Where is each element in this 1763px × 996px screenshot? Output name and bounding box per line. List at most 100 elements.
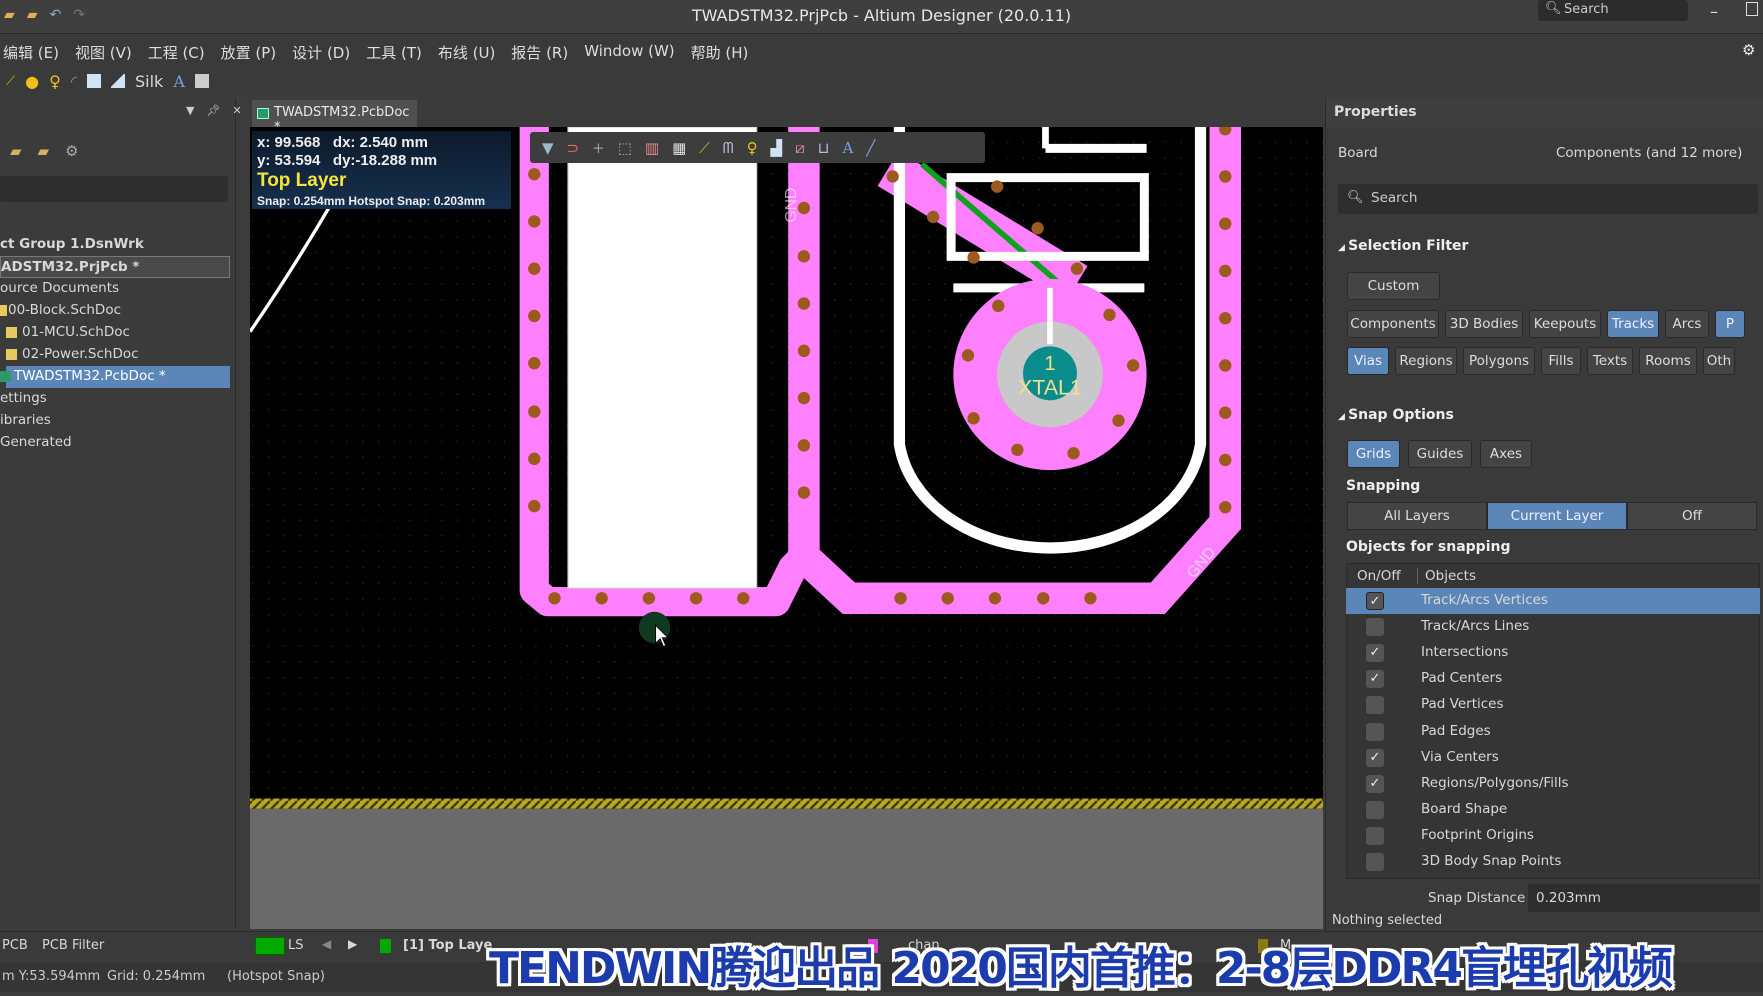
align-icon[interactable]: ▥ [645,139,659,157]
via[interactable] [1219,170,1232,183]
via-icon[interactable]: ● [25,72,39,91]
filter-axes-button[interactable]: Axes [1480,440,1532,468]
filter-regions-button[interactable]: Regions [1395,347,1457,375]
global-search[interactable]: 🔍︎ Search [1538,0,1688,21]
filter-icon[interactable]: ▼ [542,139,554,157]
layer-scroll-left[interactable]: ◀ [322,937,331,951]
menu-tools[interactable]: 工具 (T) [366,42,422,66]
tree-item[interactable]: 02-Power.SchDoc [0,344,236,366]
via[interactable] [941,592,954,605]
arc-icon[interactable]: ◜ [71,72,77,91]
via[interactable] [595,592,608,605]
via[interactable] [642,592,656,605]
route-icon[interactable]: ⟋ [699,139,710,157]
menu-project[interactable]: 工程 (C) [148,42,205,66]
menu-edit[interactable]: 编辑 (E) [3,42,59,66]
via[interactable] [528,452,541,466]
via[interactable] [1067,447,1080,460]
snap-object-checkbox[interactable] [1366,722,1384,741]
via[interactable] [528,168,541,181]
properties-search-input[interactable]: 🔍︎ Search [1338,184,1758,214]
snap-object-row[interactable]: Footprint Origins [1346,823,1760,849]
filter-keepouts-button[interactable]: Keepouts [1529,310,1601,338]
filter-tracks-button[interactable]: Tracks [1607,310,1659,338]
via[interactable] [926,210,940,224]
snap-object-row[interactable]: ✓ Regions/Polygons/Fills [1346,771,1760,797]
smd-pad[interactable] [567,126,758,589]
minimize-button[interactable]: – [1710,2,1718,21]
via[interactable] [1011,443,1024,457]
via[interactable] [797,344,811,358]
filter-polygons-button[interactable]: Polygons [1463,347,1535,375]
via[interactable] [1084,592,1097,605]
via[interactable] [992,299,1005,313]
via[interactable] [1219,264,1232,278]
snap-object-checkbox[interactable]: ✓ [1366,670,1384,689]
via[interactable] [528,499,541,513]
board-filter-dropdown[interactable]: Components (and 12 more) [1556,145,1742,161]
via[interactable] [1219,453,1232,467]
via[interactable] [797,439,811,452]
snap-object-checkbox[interactable] [1366,618,1384,637]
filter-guides-button[interactable]: Guides [1408,440,1472,468]
snapping-current-layer-option[interactable]: Current Layer [1487,502,1627,530]
snap-object-checkbox[interactable] [1366,826,1384,845]
snap-object-row[interactable]: 3D Body Snap Points [1346,849,1760,875]
snap-object-checkbox[interactable]: ✓ [1366,774,1384,793]
tree-item[interactable]: ource Documents [0,278,236,300]
pad-icon[interactable]: ♀ [747,139,758,157]
pcb-view[interactable]: 1 XTAL1 GND GND [248,123,1323,929]
snap-options-header[interactable]: ◢ Snap Options [1338,407,1454,423]
diff-pair-icon[interactable]: ᗰ [723,139,734,157]
maximize-button[interactable] [1746,2,1758,16]
via[interactable] [1103,308,1116,322]
component-icon[interactable] [194,74,209,88]
custom-button[interactable]: Custom [1347,272,1440,300]
menu-place[interactable]: 放置 (P) [221,42,277,66]
via[interactable] [797,297,811,310]
tree-item[interactable]: TWADSTM32.PcbDoc * [0,366,230,388]
via[interactable] [1219,501,1232,514]
snap-object-row[interactable]: Track/Arcs Lines [1346,614,1760,640]
menu-reports[interactable]: 报告 (R) [511,42,568,66]
via[interactable] [1126,359,1140,372]
via[interactable] [961,349,975,362]
via[interactable] [548,592,561,605]
filter-arcs-button[interactable]: Arcs [1665,310,1709,338]
dimension-icon[interactable]: ⧄ [795,139,805,157]
filter-rooms-button[interactable]: Rooms [1639,347,1697,375]
tab-pcbdoc[interactable]: TWADSTM32.PcbDoc * [252,100,417,135]
tree-item[interactable]: Generated [0,432,236,454]
snapping-all-layers-option[interactable]: All Layers [1347,502,1487,530]
via[interactable] [990,180,1004,193]
select-rect-icon[interactable]: ⬚ [618,139,632,157]
component-icon[interactable]: ▦ [672,139,686,157]
fill-icon[interactable] [87,74,101,88]
open-project-icon[interactable]: ▰ [10,142,22,160]
text-icon[interactable]: A [173,72,185,91]
snap-object-checkbox[interactable]: ✓ [1366,644,1384,663]
via[interactable] [886,170,899,183]
filter-3d-bodies-button[interactable]: 3D Bodies [1445,310,1523,338]
snap-object-checkbox[interactable]: ✓ [1366,748,1384,767]
via[interactable] [689,592,703,605]
snap-object-row[interactable]: ✓ Pad Centers [1346,666,1760,692]
via[interactable] [894,592,907,605]
gear-icon[interactable]: ⚙ [65,142,78,160]
string-icon[interactable]: A [842,139,853,157]
snap-object-checkbox[interactable] [1366,800,1384,819]
filter-texts-button[interactable]: Texts [1587,347,1633,375]
tree-item[interactable]: 00-Block.SchDoc [0,300,236,322]
via[interactable] [1031,222,1044,235]
snap-object-row[interactable]: Pad Edges [1346,719,1760,745]
filter-p-button[interactable]: P [1715,310,1745,338]
via[interactable] [528,215,541,228]
menu-help[interactable]: 帮助 (H) [691,42,749,66]
snap-object-checkbox[interactable]: ✓ [1366,592,1384,610]
via[interactable] [528,262,541,275]
via[interactable] [1219,406,1232,419]
via[interactable] [528,357,541,370]
via[interactable] [1219,217,1232,230]
via[interactable] [528,309,541,323]
menu-view[interactable]: 视图 (V) [75,42,132,66]
